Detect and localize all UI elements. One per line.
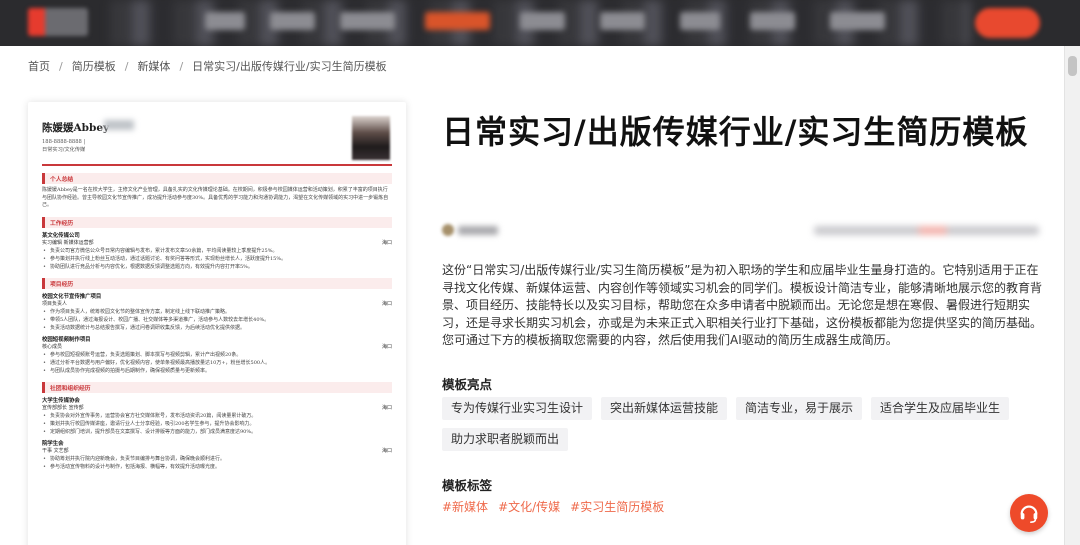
customer-support-button[interactable] — [1010, 494, 1048, 532]
nav-item[interactable] — [205, 12, 245, 30]
breadcrumb-separator: / — [59, 59, 63, 73]
resume-activity-org: 院学生会 — [42, 440, 64, 447]
resume-bullet: 与团队成员协作完成视频的拍摄与后期制作，确保视频质量与更新频率。 — [42, 367, 392, 375]
resume-section-activities: 社团和组织经历 — [42, 381, 392, 393]
meta-stats-redacted — [814, 226, 1039, 235]
resume-phone: 188-8888-8888 | — [42, 139, 86, 145]
nav-item[interactable] — [750, 12, 795, 30]
page-scrollbar[interactable] — [1064, 46, 1080, 545]
resume-activity-org: 大学生传媒协会 — [42, 397, 80, 404]
resume-section-summary: 个人总结 — [42, 173, 392, 184]
resume-redacted-info — [104, 120, 134, 130]
breadcrumb-templates[interactable]: 简历模板 — [72, 58, 116, 74]
tags-heading: 模板标签 — [442, 478, 493, 493]
resume-bullet: 策划并执行校园传媒讲座，邀请行业人士分享经验，吸引200名学生参与，提升协会影响… — [42, 420, 392, 428]
resume-activity-role: 宣传部部长 宣传部 — [42, 404, 84, 411]
main-content: 首页 / 简历模板 / 新媒体 / 日常实习/出版传媒行业/实习生简历模板 陈媛… — [0, 46, 1064, 545]
resume-divider — [42, 164, 392, 166]
header-cta-button[interactable] — [975, 8, 1040, 38]
resume-bullet: 负责活动数据统计与总结报告撰写，通过问卷调研收集反馈，为后续活动优化提供依据。 — [42, 324, 392, 332]
nav-item[interactable] — [680, 12, 720, 30]
resume-activity-location: 海口 — [381, 404, 392, 411]
author-name-redacted[interactable] — [458, 226, 498, 235]
page-title: 日常实习/出版传媒行业/实习生简历模板 — [442, 113, 1029, 151]
resume-work-role-row: 实习编辑 新媒体运营部 海口 — [42, 239, 392, 247]
breadcrumb-home[interactable]: 首页 — [28, 58, 50, 74]
resume-preview[interactable]: 陈媛媛Abbey 188-8888-8888 | 日常实习/文化传媒 个人总结 … — [28, 102, 406, 545]
highlights-heading: 模板亮点 — [442, 377, 493, 392]
resume-activity-role-row: 宣传部部长 宣传部 海口 — [42, 404, 392, 412]
breadcrumb-separator: / — [124, 59, 129, 73]
tag-link[interactable]: #实习生简历模板 — [570, 498, 664, 515]
highlight-chip: 简洁专业，易于展示 — [736, 397, 863, 420]
top-navigation-bar — [0, 0, 1080, 46]
resume-project-role-row: 项目负责人 海口 — [42, 300, 392, 308]
resume-project-role-row: 核心成员 海口 — [42, 343, 392, 351]
resume-intent: 日常实习/文化传媒 — [42, 146, 86, 153]
nav-item-active[interactable] — [425, 12, 490, 30]
highlight-chip: 突出新媒体运营技能 — [601, 397, 728, 420]
resume-photo — [352, 116, 390, 160]
resume-bullet: 协助团队进行竞品分析与内容优化，根据数据反馈调整选题方向，有效提升内容打开率5%… — [42, 263, 392, 271]
headset-icon — [1020, 505, 1038, 523]
highlight-chip: 专为传媒行业实习生设计 — [442, 397, 593, 420]
breadcrumb: 首页 / 简历模板 / 新媒体 / 日常实习/出版传媒行业/实习生简历模板 — [28, 58, 387, 74]
site-logo[interactable] — [28, 8, 88, 36]
highlights-list: 专为传媒行业实习生设计 突出新媒体运营技能 简洁专业，易于展示 适合学生及应届毕… — [442, 397, 1042, 451]
highlight-chip: 适合学生及应届毕业生 — [871, 397, 1010, 420]
resume-section-work: 工作经历 — [42, 216, 392, 228]
resume-bullet: 参与校园短视频账号运营，负责选题策划、脚本撰写与视频剪辑，累计产出视频20条。 — [42, 351, 392, 359]
nav-item[interactable] — [270, 12, 315, 30]
resume-bullet: 负责协会对外宣传事务，运营协会官方社交媒体账号，发布活动资讯20篇，阅读量累计破… — [42, 412, 392, 420]
scrollbar-thumb[interactable] — [1068, 56, 1077, 76]
resume-project-org: 校园短视频制作项目 — [42, 336, 91, 343]
nav-item[interactable] — [600, 12, 645, 30]
author-meta — [442, 220, 1042, 240]
resume-project-location: 海口 — [381, 300, 392, 307]
resume-bullet: 参与策划并执行线上粉丝互动活动，通过话题讨论、有奖问答等形式，实现粉丝增长人，活… — [42, 255, 392, 263]
resume-bullet: 协助筹划并执行院内迎新晚会，负责节目编排与舞台协调，确保晚会顺利进行。 — [42, 455, 392, 463]
resume-bullet: 负责公司官方微信公众号日常内容编辑与发布，累计发布文章50余篇，平均阅读量较上季… — [42, 247, 392, 255]
nav-item[interactable] — [340, 12, 395, 30]
tag-link[interactable]: #文化/传媒 — [498, 498, 560, 515]
nav-item[interactable] — [830, 12, 885, 30]
resume-bullet: 定期组织部门培训，提升部员在文案撰写、设计排版等方面的能力，部门成员满意度达90… — [42, 428, 392, 436]
resume-section-projects: 项目经历 — [42, 277, 392, 289]
highlight-chip: 助力求职者脱颖而出 — [442, 428, 569, 451]
resume-name: 陈媛媛Abbey — [42, 122, 110, 134]
resume-work-role: 实习编辑 新媒体运营部 — [42, 239, 94, 246]
resume-project-org: 校园文化节宣传推广项目 — [42, 293, 102, 300]
resume-bullet: 通过分析平台数据与用户偏好，优化视频内容，使单条视频最高播放量达10万+，粉丝增… — [42, 359, 392, 367]
breadcrumb-current: 日常实习/出版传媒行业/实习生简历模板 — [192, 60, 387, 73]
resume-project-role: 项目负责人 — [42, 300, 68, 307]
tag-link[interactable]: #新媒体 — [442, 498, 488, 515]
resume-activity-role-row: 干事 文艺部 海口 — [42, 447, 392, 455]
resume-bullet: 带领5人团队，通过海报设计、校园广播、社交媒体等多渠道推广，活动参与人数较去年增… — [42, 316, 392, 324]
resume-activity-location: 海口 — [381, 447, 392, 454]
template-description: 这份“日常实习/出版传媒行业/实习生简历模板”是为初入职场的学生和应届毕业生量身… — [442, 263, 1043, 347]
resume-work-location: 海口 — [381, 239, 392, 246]
resume-bullet: 参与活动宣传物料的设计与制作，包括海报、横幅等，有效提升活动曝光度。 — [42, 463, 392, 471]
resume-project-role: 核心成员 — [42, 343, 63, 350]
tags-list: #新媒体 #文化/传媒 #实习生简历模板 — [442, 498, 664, 515]
resume-project-location: 海口 — [381, 343, 392, 350]
breadcrumb-new-media[interactable]: 新媒体 — [137, 58, 170, 74]
resume-work-org: 某文化传媒公司 — [42, 232, 80, 239]
author-avatar[interactable] — [442, 224, 454, 236]
resume-summary-text: 陈媛媛Abbey是一名在校大学生，主修文化产业管理，具备扎实的文化传媒理论基础。… — [42, 187, 389, 208]
nav-item[interactable] — [520, 12, 565, 30]
resume-bullet: 作为项目负责人，统筹校园文化节的整体宣传方案，制定线上线下联动推广策略。 — [42, 308, 392, 316]
breadcrumb-separator: / — [179, 59, 184, 73]
resume-activity-role: 干事 文艺部 — [42, 447, 69, 454]
